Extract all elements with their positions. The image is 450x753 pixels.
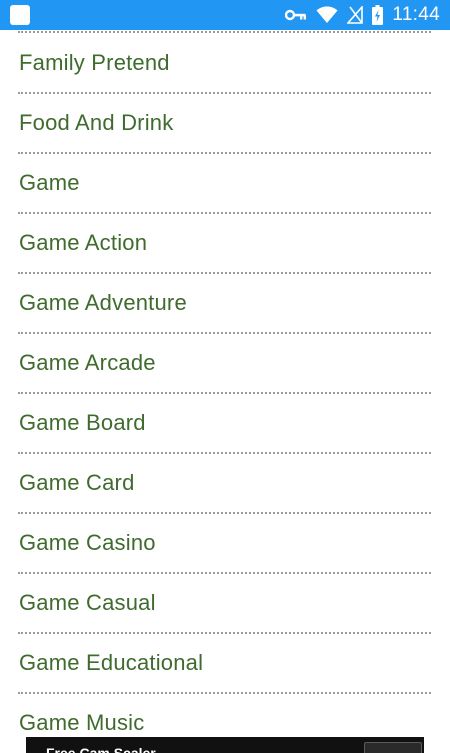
ad-banner-text: Free Cam Scaler: [46, 745, 156, 753]
status-bar: 11:44: [0, 0, 450, 30]
vpn-key-icon: [285, 8, 307, 22]
list-item[interactable]: Game Board: [0, 394, 450, 452]
list-item[interactable]: Food And Drink: [0, 94, 450, 152]
category-list[interactable]: Family Pretend Food And Drink Game Game …: [0, 30, 450, 753]
list-item[interactable]: Game Educational: [0, 634, 450, 692]
wifi-icon: [316, 6, 338, 24]
list-item[interactable]: Game Arcade: [0, 334, 450, 392]
list-item[interactable]: Game Casino: [0, 514, 450, 572]
list-item[interactable]: Game Casual: [0, 574, 450, 632]
battery-charging-icon: [372, 5, 384, 25]
list-item[interactable]: Game Action: [0, 214, 450, 272]
status-time: 11:44: [392, 4, 440, 25]
list-item[interactable]: Family Pretend: [0, 33, 450, 92]
list-item[interactable]: Game Card: [0, 454, 450, 512]
ad-banner[interactable]: Free Cam Scaler: [26, 737, 424, 753]
ad-banner-button[interactable]: [364, 742, 422, 753]
no-signal-icon: [347, 6, 364, 24]
app-square-icon: [10, 5, 30, 25]
list-item[interactable]: Game: [0, 154, 450, 212]
list-item[interactable]: Game Adventure: [0, 274, 450, 332]
